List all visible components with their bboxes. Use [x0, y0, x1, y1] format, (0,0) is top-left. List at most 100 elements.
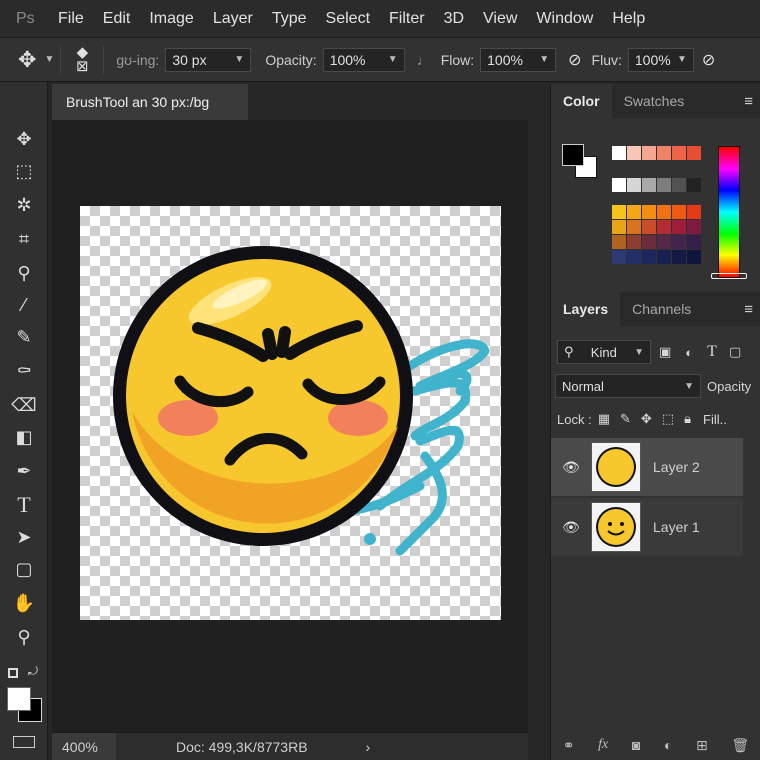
menu-view[interactable]: View: [483, 10, 517, 28]
healing-brush-tool-icon[interactable]: ⁄: [9, 292, 39, 318]
color-swatch[interactable]: [657, 250, 671, 264]
crop-tool-icon[interactable]: ⌗: [9, 226, 39, 252]
move-tool-preset-icon[interactable]: ✥: [18, 47, 36, 73]
tab-layers[interactable]: Layers: [551, 292, 621, 326]
menu-image[interactable]: Image: [149, 10, 193, 28]
menu-filter[interactable]: Filter: [389, 10, 425, 28]
pressure-opacity-icon[interactable]: ♩: [417, 52, 431, 68]
pen-tool-icon[interactable]: ✒: [9, 458, 39, 484]
layer-row[interactable]: 👁︎ Layer 2: [551, 438, 743, 496]
color-swatch[interactable]: [642, 220, 656, 234]
color-swatch[interactable]: [612, 146, 626, 160]
menu-select[interactable]: Select: [326, 10, 370, 28]
visibility-eye-icon[interactable]: 👁︎: [551, 459, 591, 476]
filter-adjustment-icon[interactable]: ◐: [685, 345, 693, 360]
color-swatch[interactable]: [612, 205, 626, 219]
eraser-tool-icon[interactable]: ⌫: [9, 392, 39, 418]
color-swatch[interactable]: [687, 178, 701, 192]
layer-row[interactable]: 👁︎ Layer 1: [551, 498, 743, 556]
hue-slider[interactable]: [718, 146, 740, 278]
zoom-tool-icon[interactable]: ⚲: [9, 624, 39, 650]
chevron-down-icon[interactable]: ▼: [44, 54, 54, 65]
color-swatch[interactable]: [687, 220, 701, 234]
color-swatch[interactable]: [672, 205, 686, 219]
color-swatch[interactable]: [642, 235, 656, 249]
eyedropper-tool-icon[interactable]: ⚲: [9, 260, 39, 286]
clone-stamp-tool-icon[interactable]: ⚰: [9, 358, 39, 384]
move-tool-icon[interactable]: ✥: [9, 126, 39, 152]
color-swatch[interactable]: [687, 205, 701, 219]
color-swatch[interactable]: [627, 146, 641, 160]
color-swatch[interactable]: [672, 220, 686, 234]
adjustment-layer-icon[interactable]: ◐: [664, 737, 672, 753]
menu-file[interactable]: File: [58, 10, 84, 28]
new-layer-icon[interactable]: ⊞: [696, 737, 708, 754]
filter-shape-icon[interactable]: ▢: [729, 344, 741, 360]
smoothing-icon[interactable]: ⊘: [702, 50, 715, 70]
lock-image-icon[interactable]: ✎: [620, 411, 631, 427]
swap-colors-icon[interactable]: ⤾: [28, 664, 38, 679]
color-swatch[interactable]: [687, 235, 701, 249]
color-swatch[interactable]: [657, 146, 671, 160]
menu-layer[interactable]: Layer: [213, 10, 253, 28]
filter-pixel-icon[interactable]: ▣: [659, 344, 671, 360]
panel-foreground-swatch[interactable]: [562, 144, 584, 166]
tab-color[interactable]: Color: [551, 84, 612, 118]
hue-slider-handle[interactable]: [711, 273, 747, 279]
brush-preset-icon[interactable]: ◆ ⊠: [67, 45, 97, 74]
document-info[interactable]: Doc: 499,3K/8773RB: [176, 739, 308, 755]
marquee-tool-icon[interactable]: ⬚: [9, 158, 39, 184]
document-canvas[interactable]: [80, 206, 501, 620]
opacity-field[interactable]: 100% ▼: [322, 47, 405, 72]
menu-window[interactable]: Window: [536, 10, 593, 28]
lock-position-icon[interactable]: ✥: [641, 411, 652, 427]
color-swatch[interactable]: [627, 235, 641, 249]
color-swatch[interactable]: [612, 250, 626, 264]
rectangle-tool-icon[interactable]: ▢: [9, 556, 39, 582]
color-swatch[interactable]: [612, 178, 626, 192]
tab-channels[interactable]: Channels: [620, 292, 703, 326]
lock-transparency-icon[interactable]: ▦: [598, 411, 610, 427]
color-swatch[interactable]: [627, 178, 641, 192]
menu-3d[interactable]: 3D: [444, 10, 464, 28]
color-swatch[interactable]: [642, 178, 656, 192]
menu-type[interactable]: Type: [272, 10, 307, 28]
color-swatch[interactable]: [627, 205, 641, 219]
brush-tool-icon[interactable]: ✎: [9, 324, 39, 350]
panel-menu-icon[interactable]: ≡: [744, 301, 753, 318]
color-swatch[interactable]: [642, 146, 656, 160]
menu-help[interactable]: Help: [612, 10, 645, 28]
color-swatch[interactable]: [612, 235, 626, 249]
color-swatch[interactable]: [687, 146, 701, 160]
menu-edit[interactable]: Edit: [103, 10, 131, 28]
magic-wand-tool-icon[interactable]: ✲: [9, 192, 39, 218]
color-swatch[interactable]: [627, 250, 641, 264]
filter-kind-select[interactable]: ⚲ Kind ▼: [557, 340, 651, 364]
gradient-tool-icon[interactable]: ◧: [9, 424, 39, 450]
tab-swatches[interactable]: Swatches: [612, 84, 697, 118]
lock-all-icon[interactable]: 🔒︎: [684, 411, 691, 427]
lock-artboard-icon[interactable]: ⬚: [662, 411, 674, 427]
airbrush-icon[interactable]: ⊘: [568, 50, 581, 70]
zoom-level-field[interactable]: 400%: [52, 732, 116, 760]
delete-layer-icon[interactable]: 🗑︎: [731, 737, 749, 754]
path-selection-tool-icon[interactable]: ➤: [9, 524, 39, 550]
screen-mode-icon[interactable]: [13, 736, 35, 748]
color-swatch[interactable]: [672, 250, 686, 264]
color-swatch[interactable]: [612, 220, 626, 234]
hand-tool-icon[interactable]: ✋: [9, 590, 39, 616]
color-swatch[interactable]: [672, 146, 686, 160]
color-swatch[interactable]: [687, 250, 701, 264]
type-tool-icon[interactable]: T: [9, 492, 39, 518]
layer-style-icon[interactable]: fx: [598, 737, 608, 753]
default-colors-icon[interactable]: [8, 668, 18, 678]
document-tab[interactable]: BrushTool an 30 px:/bg: [52, 84, 248, 120]
color-swatch[interactable]: [642, 250, 656, 264]
size-field[interactable]: 30 px ▼: [165, 47, 252, 72]
color-swatch[interactable]: [657, 235, 671, 249]
color-swatch[interactable]: [657, 205, 671, 219]
filter-type-icon[interactable]: T: [707, 343, 717, 361]
color-swatch[interactable]: [657, 178, 671, 192]
color-swatch[interactable]: [672, 235, 686, 249]
blend-mode-select[interactable]: Normal ▼: [555, 374, 701, 398]
